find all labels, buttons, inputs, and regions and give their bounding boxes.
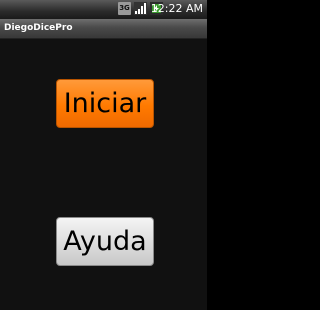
status-bar: 3G 12:22 AM: [0, 0, 207, 19]
help-button[interactable]: Ayuda: [56, 217, 154, 266]
signal-strength-icon: [134, 2, 147, 15]
main-content: Iniciar Ayuda: [0, 39, 207, 310]
3g-network-icon: 3G: [118, 2, 131, 15]
start-button[interactable]: Iniciar: [56, 79, 154, 128]
app-title: DiegoDicePro: [4, 23, 73, 33]
app-title-bar: DiegoDicePro: [0, 19, 207, 39]
status-clock: 12:22 AM: [150, 2, 203, 15]
